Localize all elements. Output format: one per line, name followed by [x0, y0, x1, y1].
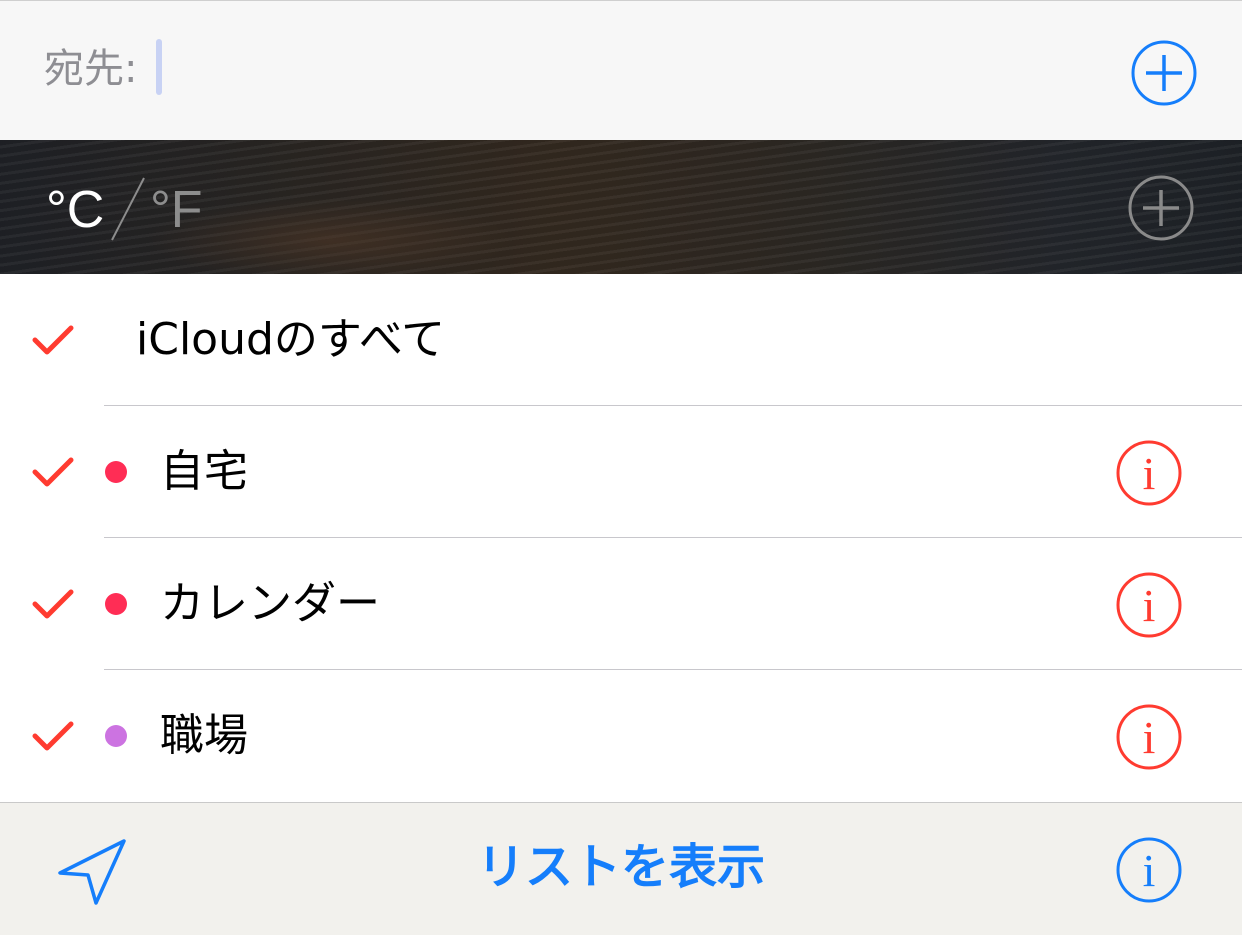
- info-circle-icon: i: [1116, 572, 1182, 638]
- calendar-label: カレンダー: [160, 578, 380, 629]
- calendar-info-button[interactable]: i: [1114, 438, 1184, 508]
- calendar-row-home[interactable]: 自宅 i: [0, 406, 1242, 538]
- checkmark-icon: [32, 589, 74, 619]
- svg-text:i: i: [1143, 580, 1156, 631]
- add-recipient-button[interactable]: [1130, 39, 1198, 107]
- calendar-color-dot: [105, 461, 127, 483]
- svg-text:i: i: [1143, 448, 1156, 499]
- calendar-info-button[interactable]: i: [1114, 570, 1184, 640]
- calendar-info-button[interactable]: i: [1114, 702, 1184, 772]
- calendar-label: 職場: [160, 710, 248, 761]
- calendar-label: 自宅: [160, 446, 248, 497]
- checkmark-icon: [32, 325, 74, 355]
- plus-circle-icon: [1131, 40, 1197, 106]
- unit-divider: [111, 177, 145, 241]
- calendar-all-label: iCloudのすべて: [136, 314, 446, 365]
- info-circle-icon: i: [1116, 704, 1182, 770]
- recipient-input[interactable]: [156, 39, 162, 95]
- calendar-color-dot: [105, 593, 127, 615]
- add-city-button[interactable]: [1126, 173, 1196, 243]
- recipient-label: 宛先:: [44, 46, 138, 92]
- svg-text:i: i: [1143, 712, 1156, 763]
- calendar-row-all-icloud[interactable]: iCloudのすべて: [0, 274, 1242, 406]
- toolbar-info-button[interactable]: i: [1114, 835, 1184, 905]
- checkmark-icon: [32, 721, 74, 751]
- calendar-list: iCloudのすべて 自宅 i カレンダー i 職場 i: [0, 274, 1242, 802]
- bottom-toolbar: リストを表示 i: [0, 802, 1242, 935]
- svg-text:i: i: [1143, 845, 1156, 896]
- checkmark-icon: [32, 457, 74, 487]
- plus-circle-icon: [1128, 175, 1194, 241]
- fahrenheit-toggle[interactable]: °F: [150, 174, 203, 246]
- show-list-button[interactable]: リストを表示: [0, 835, 1242, 899]
- info-circle-icon: i: [1116, 837, 1182, 903]
- recipient-bar: 宛先:: [0, 0, 1242, 140]
- calendar-color-dot: [105, 725, 127, 747]
- info-circle-icon: i: [1116, 440, 1182, 506]
- calendar-row-calendar[interactable]: カレンダー i: [0, 538, 1242, 670]
- calendar-row-work[interactable]: 職場 i: [0, 670, 1242, 802]
- celsius-toggle[interactable]: °C: [46, 174, 104, 246]
- weather-unit-strip: °C °F: [0, 140, 1242, 274]
